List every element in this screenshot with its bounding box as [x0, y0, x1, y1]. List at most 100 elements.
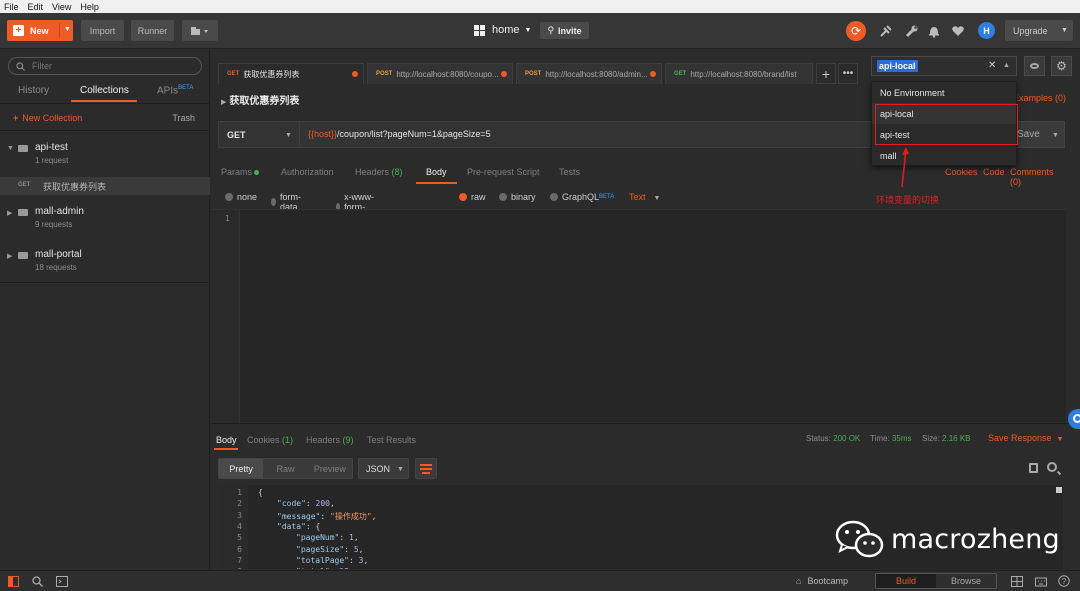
tab-params[interactable]: Params [221, 167, 260, 177]
menu-view[interactable]: View [52, 2, 71, 12]
sync-icon[interactable]: ⟳ [846, 21, 866, 41]
tab-method: POST [525, 71, 542, 77]
collection-item-mall-admin[interactable]: ▶ mall-admin 9 requests [0, 206, 210, 236]
raw-type-selector[interactable]: Text ▼ [629, 192, 660, 202]
url-variable: {{host}} [308, 129, 338, 139]
examples-link[interactable]: Examples (0) [1013, 93, 1066, 103]
cookies-link[interactable]: Cookies [945, 167, 978, 177]
menu-edit[interactable]: Edit [28, 2, 44, 12]
tab-headers[interactable]: Headers (8) [355, 167, 403, 177]
workspace-selector[interactable]: home ▼ [474, 24, 531, 36]
tab-response-headers[interactable]: Headers (9) [306, 435, 354, 445]
wrench-icon[interactable] [904, 23, 920, 39]
format-label: JSON [366, 463, 391, 474]
folder-icon [18, 252, 28, 259]
radio-binary[interactable]: binary [499, 192, 536, 202]
menu-help[interactable]: Help [80, 2, 99, 12]
radio-graphql[interactable]: GraphQL BETA [550, 192, 614, 202]
request-tab[interactable]: POST http://localhost:8080/admin... [516, 63, 662, 84]
bootcamp-icon: ⌂ [796, 576, 802, 586]
radio-none[interactable]: none [225, 192, 257, 202]
two-pane-icon[interactable] [1011, 575, 1023, 587]
request-tab[interactable]: GET http://localhost:8080/brand/list [665, 63, 813, 84]
tab-history[interactable]: History [18, 85, 49, 96]
request-tab[interactable]: GET 获取优惠券列表 [218, 63, 364, 84]
view-preview[interactable]: Preview [308, 459, 352, 478]
avatar[interactable]: H [978, 22, 995, 39]
tab-authorization[interactable]: Authorization [281, 167, 334, 177]
environment-quick-look-button[interactable] [1024, 56, 1045, 76]
format-selector[interactable]: JSON ▼ [358, 458, 409, 479]
tab-body[interactable]: Body [426, 167, 447, 177]
build-mode-button[interactable]: Build [876, 574, 936, 588]
satellite-icon[interactable] [878, 23, 894, 39]
view-raw[interactable]: Raw [263, 459, 307, 478]
menu-file[interactable]: File [4, 2, 19, 12]
browse-mode-button[interactable]: Browse [936, 574, 996, 588]
bootcamp-button[interactable]: ⌂ Bootcamp [796, 576, 848, 586]
save-button[interactable]: Save ▼ [1010, 121, 1065, 148]
env-option-no-environment[interactable]: No Environment [872, 82, 1016, 103]
body-editor[interactable]: 1 [211, 209, 1066, 423]
clear-icon[interactable]: ✕ [988, 60, 996, 71]
trash-link[interactable]: Trash [172, 113, 195, 123]
radio-raw[interactable]: raw [459, 192, 486, 202]
beta-badge: BETA [178, 85, 194, 91]
mode-toggle: Build Browse [875, 573, 997, 589]
tab-method: GET [674, 71, 687, 77]
filter-input[interactable]: Filter [8, 57, 202, 75]
tab-response-cookies[interactable]: Cookies (1) [247, 435, 293, 445]
url-input[interactable]: {{host}}/coupon/list?pageNum=1&pageSize=… [308, 129, 491, 139]
tab-tests[interactable]: Tests [559, 167, 580, 177]
console-icon[interactable] [56, 575, 68, 587]
scrollbar-thumb[interactable] [1056, 487, 1062, 493]
chevron-up-icon: ▲ [1003, 62, 1010, 69]
method-selector[interactable]: GET [227, 130, 246, 140]
tab-prerequest-script[interactable]: Pre-request Script [467, 167, 540, 177]
invite-button[interactable]: ⚲ Invite [540, 22, 589, 39]
code-link[interactable]: Code [983, 167, 1005, 177]
keyboard-icon[interactable] [1035, 575, 1047, 587]
chevron-down-icon[interactable]: ▼ [64, 26, 71, 33]
environment-selector[interactable]: api-local ✕ ▲ [871, 56, 1017, 76]
new-button[interactable]: + New ▼ [7, 20, 73, 41]
collection-item-api-test[interactable]: ▼ api-test 1 request [0, 142, 210, 172]
active-tab-indicator [71, 100, 137, 102]
more-icon[interactable]: ••• [838, 63, 858, 84]
line-number: 6 [237, 544, 242, 554]
invite-label: Invite [558, 25, 582, 36]
find-icon[interactable] [31, 575, 43, 587]
sidebar-request-item[interactable]: GET 获取优惠券列表 [0, 177, 210, 195]
runner-button[interactable]: Runner [131, 20, 174, 41]
request-title[interactable]: ▶ 获取优惠券列表 [221, 92, 299, 107]
comments-link[interactable]: Comments (0) [1010, 167, 1066, 187]
wrap-lines-icon[interactable] [415, 458, 437, 479]
workspace-name: home [492, 24, 520, 36]
save-response-button[interactable]: Save Response ▼ [988, 433, 1063, 443]
new-window-button[interactable] [182, 20, 218, 41]
gear-icon[interactable]: ⚙ [1051, 56, 1072, 76]
size-label: Size: [922, 434, 940, 443]
search-icon[interactable] [1047, 462, 1057, 472]
line-number: 1 [237, 488, 242, 497]
tab-collections[interactable]: Collections [80, 85, 129, 96]
collection-item-mall-portal[interactable]: ▶ mall-portal 18 requests [0, 249, 210, 279]
upgrade-button[interactable]: Upgrade ▼ [1005, 20, 1073, 41]
radio-circle [271, 198, 276, 206]
bell-icon[interactable] [926, 23, 942, 39]
active-tab-indicator [214, 448, 238, 450]
new-collection-button[interactable]: + New Collection [13, 113, 82, 123]
view-pretty[interactable]: Pretty [219, 459, 264, 478]
grid-icon [474, 24, 485, 36]
heart-icon[interactable] [950, 23, 966, 39]
import-button[interactable]: Import [81, 20, 124, 41]
tab-test-results[interactable]: Test Results [367, 435, 416, 445]
sidebar-toggle-icon[interactable] [7, 575, 19, 587]
add-tab-button[interactable]: + [816, 63, 836, 84]
request-tab[interactable]: POST http://localhost:8080/coupo... [367, 63, 513, 84]
tab-apis[interactable]: APIsBETA [157, 85, 193, 96]
help-icon[interactable]: ? [1058, 575, 1070, 587]
code-text: "total": 13, [296, 567, 354, 569]
copy-icon[interactable] [1029, 463, 1038, 473]
tab-response-body[interactable]: Body [216, 435, 237, 445]
